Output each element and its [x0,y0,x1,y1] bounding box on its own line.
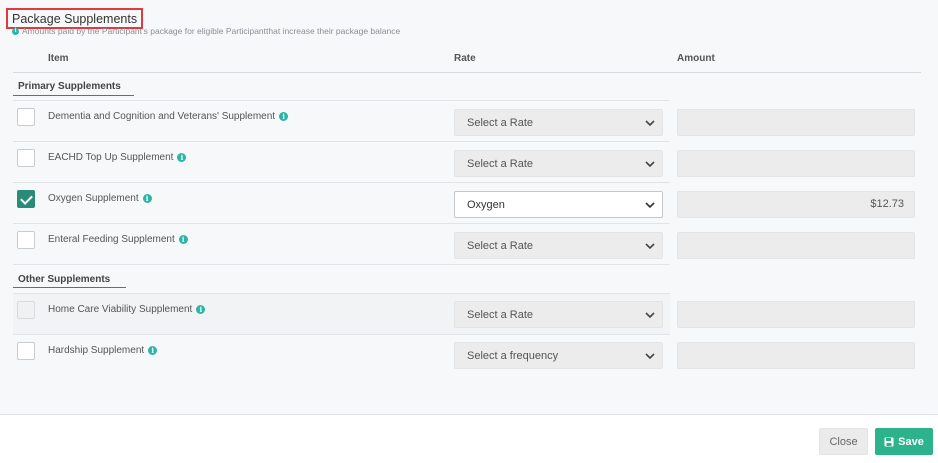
save-button-label: Save [898,435,924,448]
rate-select[interactable]: Select a Rate [454,109,663,136]
floppy-disk-icon [884,437,894,446]
chevron-down-icon [645,120,655,127]
column-header-item: Item [48,53,69,64]
rate-select[interactable]: Select a Rate [454,150,663,177]
info-icon[interactable]: i [148,346,158,355]
rate-select[interactable]: Select a Rate [454,232,663,259]
row-checkbox-checked[interactable] [17,190,35,208]
row-item-text: Hardship Supplement [48,345,145,356]
rate-select-value: Oxygen [467,198,505,211]
row-checkbox[interactable] [17,342,35,360]
info-icon[interactable]: i [196,305,206,314]
rate-select-value: Select a Rate [467,157,534,170]
info-icon[interactable]: i [279,112,289,121]
amount-field [677,232,915,259]
page-subtitle: i Amounts paid by the Participant's pack… [12,26,400,36]
amount-field [677,109,915,136]
row-item-text: EACHD Top Up Supplement [48,152,174,163]
section-title-other: Other Supplements [18,274,111,285]
row-item-text: Oxygen Supplement [48,193,139,204]
info-icon[interactable]: i [142,194,152,203]
supplements-panel: Package Supplements i Amounts paid by th… [0,0,938,415]
chevron-down-icon [645,243,655,250]
info-icon[interactable]: i [178,235,188,244]
section-underline-primary [13,95,134,96]
section-title-primary: Primary Supplements [18,81,121,92]
frequency-select-value: Select a frequency [467,349,559,362]
info-icon[interactable]: i [177,153,187,162]
close-button-label: Close [829,435,858,448]
chevron-down-icon [645,353,655,360]
column-header-rate: Rate [454,53,476,64]
row-item-text: Dementia and Cognition and Veterans' Sup… [48,111,276,122]
row-item-label: Home Care Viability Supplement i [48,304,206,315]
section-underline-other [13,287,126,288]
chevron-down-icon [645,312,655,319]
rate-select-value: Select a Rate [467,239,534,252]
frequency-select[interactable]: Select a frequency [454,342,663,369]
row-item-text: Enteral Feeding Supplement [48,234,175,245]
header-divider [13,72,921,73]
row-item-label: Dementia and Cognition and Veterans' Sup… [48,111,289,122]
row-item-label: Enteral Feeding Supplement i [48,234,188,245]
rate-select[interactable]: Select a Rate [454,301,663,328]
row-checkbox[interactable] [17,231,35,249]
amount-field: $12.73 [677,191,915,218]
chevron-down-icon [645,202,655,209]
rate-select-value: Select a Rate [467,308,534,321]
row-item-label: Hardship Supplement i [48,345,158,356]
row-item-label: EACHD Top Up Supplement i [48,152,187,163]
info-icon: i [12,27,19,35]
subtitle-text: Amounts paid by the Participant's packag… [22,26,401,36]
row-item-text: Home Care Viability Supplement [48,304,193,315]
rate-select-value: Select a Rate [467,116,534,129]
row-checkbox-disabled [17,301,35,319]
amount-field [677,342,915,369]
close-button[interactable]: Close [819,428,868,455]
amount-field [677,301,915,328]
column-header-amount: Amount [677,53,715,64]
section-divider [13,264,670,293]
row-checkbox[interactable] [17,149,35,167]
row-checkbox[interactable] [17,108,35,126]
rate-select[interactable]: Oxygen [454,191,663,218]
row-item-label: Oxygen Supplement i [48,193,152,204]
chevron-down-icon [645,161,655,168]
save-button[interactable]: Save [875,428,933,455]
amount-field [677,150,915,177]
